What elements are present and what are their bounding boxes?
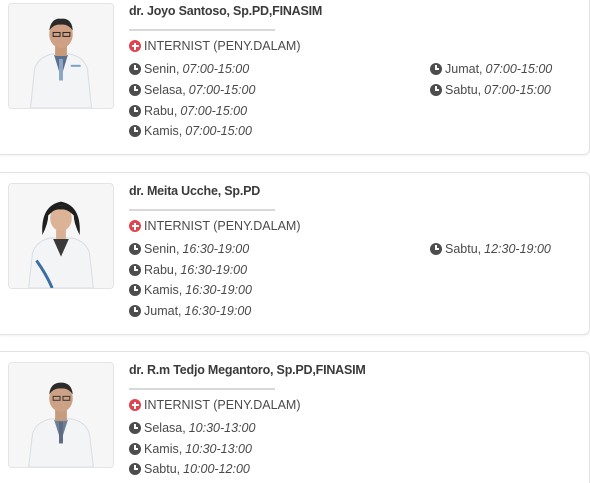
doctor-card[interactable]: dr. Meita Ucche, Sp.PD INTERNIST (PENY.D… [0,172,590,335]
clock-icon [430,84,442,96]
schedule-day: Sabtu, [445,83,482,97]
schedule-time: 07:00-15:00 [484,83,551,97]
schedule-item: Sabtu, 10:00-12:00 [129,462,250,476]
schedule-day: Selasa, [144,83,186,97]
schedule-time: 07:00-15:00 [188,83,256,97]
specialty-label: INTERNIST (PENY.DALAM) [144,219,301,233]
schedule-day: Rabu, [144,104,178,118]
schedule-day: Senin, [144,242,180,256]
specialty: INTERNIST (PENY.DALAM) [129,219,301,233]
clock-icon [129,463,141,475]
schedule-item: Selasa, 10:30-13:00 [129,421,255,435]
specialty: INTERNIST (PENY.DALAM) [129,39,301,53]
schedule-time: 07:00-15:00 [180,104,248,118]
schedule-time: 07:00-15:00 [182,62,250,76]
schedule-day: Kamis, [144,442,183,456]
schedule-time: 16:30-19:00 [185,283,252,297]
schedule-item: Rabu, 07:00-15:00 [129,104,247,118]
clock-icon [129,422,141,434]
schedule-time: 10:00-12:00 [183,462,250,476]
schedule-time: 12:30-19:00 [484,242,551,256]
clock-icon [430,63,442,75]
clock-icon [129,284,141,296]
clock-icon [129,443,141,455]
clock-icon [129,125,141,137]
divider [129,388,275,390]
schedule-item: Senin, 07:00-15:00 [129,62,249,76]
schedule-time: 07:00-15:00 [485,62,553,76]
schedule-item: Jumat, 16:30-19:00 [129,304,251,318]
schedule-item: Rabu, 16:30-19:00 [129,263,247,277]
schedule-day: Jumat, [445,62,483,76]
schedule-time: 07:00-15:00 [185,124,252,138]
doctor-card[interactable]: dr. Joyo Santoso, Sp.PD,FINASIM INTERNIS… [0,0,590,155]
schedule-item: Sabtu, 07:00-15:00 [430,83,551,97]
doctor-name[interactable]: dr. Meita Ucche, Sp.PD [129,184,260,198]
doctor-photo[interactable] [8,362,114,468]
clock-icon [129,264,141,276]
specialty-label: INTERNIST (PENY.DALAM) [144,398,301,412]
clock-icon [129,105,141,117]
doctor-name[interactable]: dr. R.m Tedjo Megantoro, Sp.PD,FINASIM [129,363,366,377]
plus-circle-icon [129,220,141,232]
specialty-label: INTERNIST (PENY.DALAM) [144,39,301,53]
clock-icon [129,243,141,255]
schedule-day: Kamis, [144,283,183,297]
plus-circle-icon [129,399,141,411]
schedule-time: 16:30-19:00 [184,304,252,318]
schedule-item: Sabtu, 12:30-19:00 [430,242,551,256]
schedule-day: Sabtu, [445,242,482,256]
doctor-photo[interactable] [8,3,114,109]
clock-icon [129,63,141,75]
schedule-day: Kamis, [144,124,183,138]
schedule-item: Kamis, 07:00-15:00 [129,124,252,138]
schedule-item: Senin, 16:30-19:00 [129,242,249,256]
schedule-item: Kamis, 10:30-13:00 [129,442,252,456]
schedule-time: 16:30-19:00 [180,263,248,277]
schedule-day: Rabu, [144,263,178,277]
schedule-day: Senin, [144,62,180,76]
specialty: INTERNIST (PENY.DALAM) [129,398,301,412]
clock-icon [129,84,141,96]
doctor-card[interactable]: dr. R.m Tedjo Megantoro, Sp.PD,FINASIM I… [0,351,590,483]
schedule-day: Jumat, [144,304,182,318]
divider [129,209,275,211]
clock-icon [129,305,141,317]
schedule-item: Jumat, 07:00-15:00 [430,62,552,76]
divider [129,29,275,31]
schedule-item: Kamis, 16:30-19:00 [129,283,252,297]
doctor-name[interactable]: dr. Joyo Santoso, Sp.PD,FINASIM [129,4,322,18]
schedule-item: Selasa, 07:00-15:00 [129,83,255,97]
doctor-photo[interactable] [8,183,114,289]
schedule-time: 10:30-13:00 [188,421,256,435]
schedule-day: Sabtu, [144,462,181,476]
clock-icon [430,243,442,255]
schedule-day: Selasa, [144,421,186,435]
schedule-time: 10:30-13:00 [185,442,252,456]
schedule-time: 16:30-19:00 [182,242,250,256]
plus-circle-icon [129,40,141,52]
